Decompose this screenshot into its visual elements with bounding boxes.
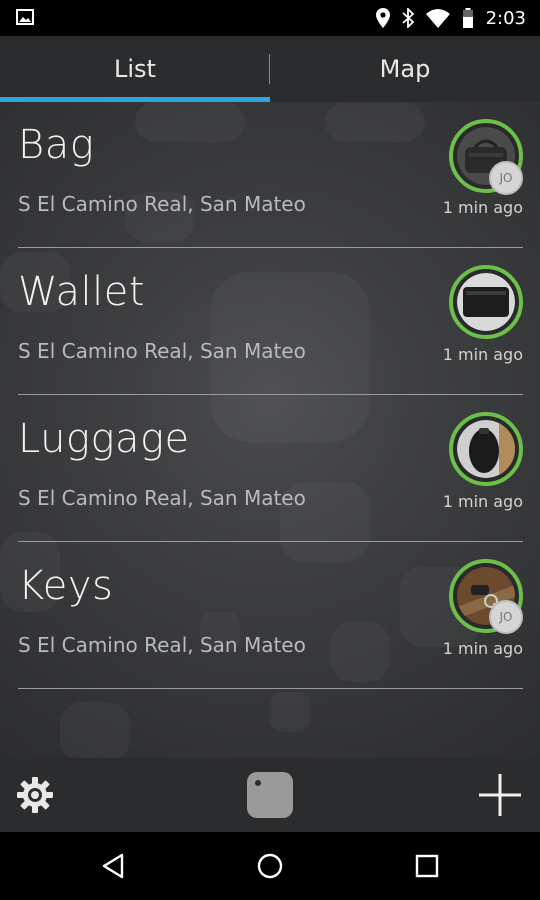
- item-title: Bag: [18, 122, 95, 168]
- item-title: Luggage: [18, 416, 190, 462]
- item-location: S El Camino Real, San Mateo: [18, 192, 306, 216]
- item-divider: [18, 541, 523, 542]
- item-location: S El Camino Real, San Mateo: [18, 339, 306, 363]
- item-location: S El Camino Real, San Mateo: [18, 486, 306, 510]
- list-item[interactable]: Keys S El Camino Real, San Mateo 1 min a…: [18, 543, 523, 689]
- item-divider: [18, 688, 523, 689]
- system-nav-bar: [0, 832, 540, 900]
- item-time: 1 min ago: [442, 639, 523, 658]
- item-avatar[interactable]: [449, 265, 523, 339]
- list-item[interactable]: Wallet S El Camino Real, San Mateo 1 min…: [18, 249, 523, 395]
- list-item[interactable]: Luggage S El Camino Real, San Mateo 1 mi…: [18, 396, 523, 542]
- luggage-photo: [457, 420, 515, 478]
- item-time: 1 min ago: [442, 198, 523, 217]
- item-divider: [18, 394, 523, 395]
- status-icons: 2:03: [375, 6, 526, 30]
- item-title: Keys: [18, 563, 114, 609]
- item-location: S El Camino Real, San Mateo: [18, 633, 306, 657]
- tab-map[interactable]: Map: [270, 36, 540, 102]
- owner-badge: JO: [489, 600, 523, 634]
- status-time: 2:03: [485, 7, 526, 29]
- settings-button[interactable]: [10, 758, 60, 832]
- recents-icon: [415, 854, 439, 878]
- back-icon: [102, 853, 124, 879]
- gear-icon: [17, 777, 53, 813]
- location-icon: [375, 8, 390, 28]
- item-title: Wallet: [18, 269, 146, 315]
- bg-tile: [60, 702, 130, 758]
- item-list[interactable]: Bag S El Camino Real, San Mateo 1 min ag…: [0, 102, 540, 758]
- item-divider: [18, 247, 523, 248]
- plus-icon: [479, 774, 521, 816]
- battery-icon: [462, 8, 473, 28]
- recents-button[interactable]: [387, 832, 467, 900]
- bg-tile: [270, 692, 310, 732]
- add-item-button[interactable]: [470, 758, 530, 832]
- item-time: 1 min ago: [442, 345, 523, 364]
- back-button[interactable]: [73, 832, 153, 900]
- tab-list[interactable]: List: [0, 36, 270, 102]
- owner-badge: JO: [489, 161, 523, 195]
- list-item[interactable]: Bag S El Camino Real, San Mateo 1 min ag…: [18, 102, 523, 248]
- home-button[interactable]: [230, 832, 310, 900]
- item-time: 1 min ago: [442, 492, 523, 511]
- tile-button[interactable]: [240, 758, 300, 832]
- item-avatar[interactable]: [449, 412, 523, 486]
- home-icon: [257, 853, 283, 879]
- bottom-toolbar: [0, 758, 540, 832]
- tab-bar: List Map: [0, 36, 540, 102]
- bluetooth-icon: [401, 8, 414, 28]
- tile-icon: [247, 772, 293, 818]
- status-bar: 2:03: [0, 0, 540, 36]
- wallet-photo: [457, 273, 515, 331]
- wifi-icon: [425, 9, 450, 28]
- image-icon: [16, 9, 34, 25]
